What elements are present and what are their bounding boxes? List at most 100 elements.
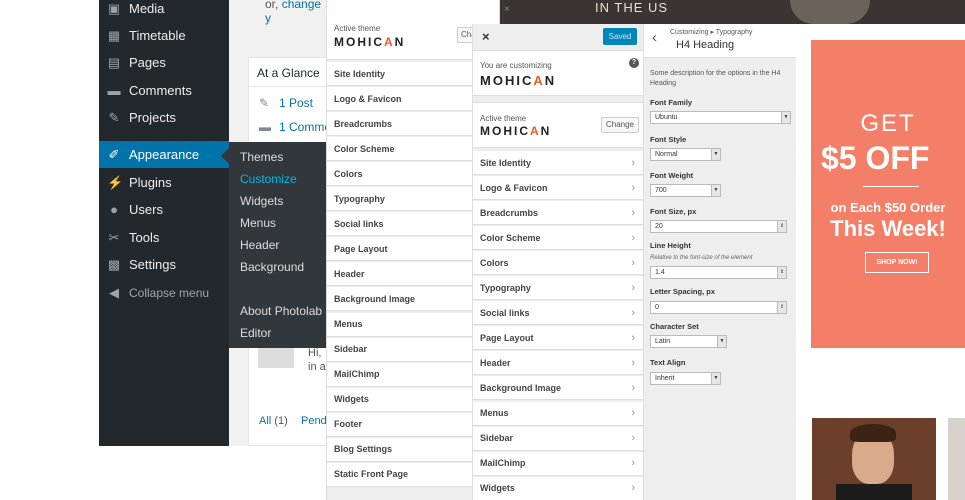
submenu-customize[interactable]: Customize [240, 172, 297, 186]
section-label: Breadcrumbs [480, 207, 539, 218]
section-background-image[interactable]: Background Image [327, 287, 473, 312]
wrench-icon: ✂ [108, 229, 120, 245]
section-background-image[interactable]: Background Image › [473, 376, 643, 401]
section-social-links[interactable]: Social links › [473, 301, 643, 326]
section-site-identity[interactable]: Site Identity [327, 62, 473, 86]
submenu-background[interactable]: Background [240, 260, 304, 274]
section-label: Social links [334, 218, 384, 229]
submenu-themes[interactable]: Themes [240, 150, 283, 164]
section-mailchimp[interactable]: MailChimp › [473, 451, 643, 476]
sidebar-item-settings[interactable]: ▩ Settings [99, 251, 229, 278]
font-style-select[interactable]: Normal ▼ [650, 148, 721, 161]
close-customizer-button[interactable]: × [482, 29, 490, 44]
promo-divider [863, 186, 919, 187]
sidebar-item-projects[interactable]: ✎ Projects [99, 104, 229, 131]
section-breadcrumbs[interactable]: Breadcrumbs › [473, 201, 643, 226]
chevron-right-icon: › [631, 331, 635, 344]
font-size-input[interactable]: 20 ⇕ [650, 220, 787, 233]
section-social-links[interactable]: Social links [327, 212, 473, 237]
sidebar-item-pages[interactable]: ▤ Pages [99, 49, 229, 76]
sidebar-item-comments[interactable]: ▬ Comments [99, 77, 229, 104]
text-align-value: Inherit [655, 375, 675, 382]
section-color-scheme[interactable]: Color Scheme [327, 137, 473, 162]
chevron-down-icon: ▼ [711, 149, 720, 160]
back-button[interactable]: ‹ [652, 29, 657, 46]
section-menus[interactable]: Menus › [473, 401, 643, 426]
breadcrumb: Customizing ▸ Typography [670, 29, 753, 36]
font-weight-select[interactable]: 700 ▼ [650, 184, 721, 197]
chevron-right-icon: › [631, 381, 635, 394]
submenu-menus[interactable]: Menus [240, 216, 276, 230]
letter-spacing-label: Letter Spacing, px [650, 287, 716, 296]
section-sidebar[interactable]: Sidebar [327, 337, 473, 362]
second-photo [948, 418, 965, 500]
section-mailchimp[interactable]: MailChimp [327, 362, 473, 387]
theme-name-end: N [394, 35, 406, 49]
section-static-front-page[interactable]: Static Front Page [327, 462, 473, 487]
sidebar-item-media[interactable]: ▣ Media [99, 0, 229, 22]
section-label: Logo & Favicon [480, 182, 548, 193]
text-align-select[interactable]: Inherit ▼ [650, 372, 721, 385]
section-colors[interactable]: Colors [327, 162, 473, 187]
section-label: Site Identity [334, 68, 386, 79]
submenu-editor[interactable]: Editor [240, 326, 271, 340]
chevron-right-icon: › [631, 256, 635, 269]
theme-name-end: N [540, 124, 552, 138]
charset-label: Character Set [650, 322, 699, 331]
comment-count-link[interactable]: 1 Comme [279, 120, 331, 134]
sidebar-item-label: Projects [129, 110, 176, 125]
section-page-layout[interactable]: Page Layout › [473, 326, 643, 351]
promo-week: This Week! [830, 216, 946, 241]
section-color-scheme[interactable]: Color Scheme › [473, 226, 643, 251]
section-blog-settings[interactable]: Blog Settings [327, 437, 473, 462]
pending-filter-link[interactable]: Pend [301, 415, 327, 427]
font-weight-value: 700 [655, 187, 667, 194]
change-theme-button-main[interactable]: Change [601, 117, 639, 133]
collapse-menu-button[interactable]: ◀ Collapse menu [99, 279, 229, 306]
charset-select[interactable]: Latin ▼ [650, 335, 727, 348]
section-page-layout[interactable]: Page Layout [327, 237, 473, 262]
letter-spacing-input[interactable]: 0 ⇕ [650, 301, 787, 314]
theme-name-accent: A [530, 124, 541, 138]
post-count-link[interactable]: 1 Post [279, 96, 313, 110]
section-logo-favicon[interactable]: Logo & Favicon › [473, 176, 643, 201]
submenu-header[interactable]: Header [240, 238, 279, 252]
section-widgets[interactable]: Widgets › [473, 476, 643, 500]
shop-now-button[interactable]: SHOP NOW! [865, 252, 929, 273]
banner-close-icon: × [504, 4, 510, 15]
active-theme-label: Active theme [480, 114, 527, 123]
font-family-select[interactable]: Ubuntu ▼ [650, 111, 791, 124]
sidebar-item-users[interactable]: ● Users [99, 196, 229, 223]
chevron-right-icon: › [631, 306, 635, 319]
stepper-icon: ⇕ [777, 302, 786, 313]
saved-button[interactable]: Saved [603, 28, 637, 45]
sidebar-item-plugins[interactable]: ⚡ Plugins [99, 169, 229, 196]
submenu-about-photolab[interactable]: About Photolab [240, 304, 322, 318]
section-sidebar[interactable]: Sidebar › [473, 426, 643, 451]
section-logo-favicon[interactable]: Logo & Favicon [327, 87, 473, 112]
section-colors[interactable]: Colors › [473, 251, 643, 276]
sidebar-item-appearance[interactable]: ✐ Appearance [99, 141, 229, 168]
section-typography[interactable]: Typography [327, 187, 473, 212]
section-label: Typography [480, 282, 531, 293]
line-height-input[interactable]: 1.4 ⇕ [650, 266, 787, 279]
section-header[interactable]: Header [327, 262, 473, 287]
help-icon[interactable]: ? [629, 58, 639, 68]
text-align-label: Text Align [650, 358, 686, 367]
section-label: Background Image [480, 382, 562, 393]
section-menus[interactable]: Menus [327, 312, 473, 337]
section-widgets[interactable]: Widgets [327, 387, 473, 412]
section-label: Header [480, 357, 511, 368]
section-footer[interactable]: Footer [327, 412, 473, 437]
sidebar-item-timetable[interactable]: ▦ Timetable [99, 22, 229, 49]
section-typography[interactable]: Typography › [473, 276, 643, 301]
submenu-widgets[interactable]: Widgets [240, 194, 283, 208]
section-breadcrumbs[interactable]: Breadcrumbs [327, 112, 473, 137]
timetable-icon: ▦ [107, 27, 121, 43]
section-label: Blog Settings [334, 444, 392, 455]
sidebar-item-tools[interactable]: ✂ Tools [99, 224, 229, 251]
section-header[interactable]: Header › [473, 351, 643, 376]
customizing-box: You are customizing MOHICAN ? [473, 51, 643, 96]
section-site-identity[interactable]: Site Identity › [473, 151, 643, 175]
all-filter-link[interactable]: All (1) [259, 415, 288, 427]
